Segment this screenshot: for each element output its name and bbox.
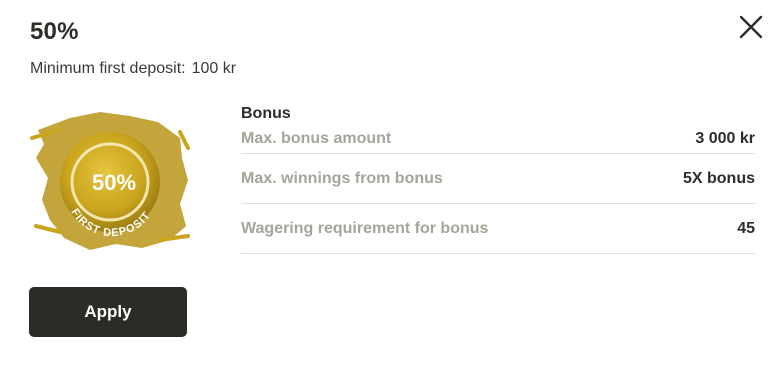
detail-row: Max. winnings from bonus 5X bonus bbox=[241, 154, 755, 204]
offer-title: 50% bbox=[30, 18, 79, 45]
close-icon[interactable] bbox=[738, 14, 764, 40]
detail-row: Wagering requirement for bonus 45 bbox=[241, 204, 755, 254]
min-deposit: Minimum first deposit: 100 kr bbox=[30, 60, 236, 78]
apply-button[interactable]: Apply bbox=[29, 287, 187, 337]
min-deposit-value: 100 kr bbox=[191, 60, 237, 77]
detail-row: Max. bonus amount 3 000 kr bbox=[241, 125, 755, 154]
bonus-details: Bonus Max. bonus amount 3 000 kr Max. wi… bbox=[241, 103, 755, 254]
detail-value: 3 000 kr bbox=[695, 130, 755, 147]
bonus-heading: Bonus bbox=[241, 105, 291, 122]
detail-label: Max. winnings from bonus bbox=[241, 169, 443, 187]
min-deposit-label: Minimum first deposit: bbox=[30, 60, 186, 77]
detail-label: Max. bonus amount bbox=[241, 130, 392, 147]
badge-percent: 50% bbox=[92, 170, 136, 195]
detail-label: Wagering requirement for bonus bbox=[241, 219, 489, 237]
detail-value: 5X bonus bbox=[682, 169, 755, 187]
first-deposit-badge-icon: 50% FIRST DEPOSIT bbox=[30, 112, 190, 250]
detail-value: 45 bbox=[737, 219, 755, 237]
